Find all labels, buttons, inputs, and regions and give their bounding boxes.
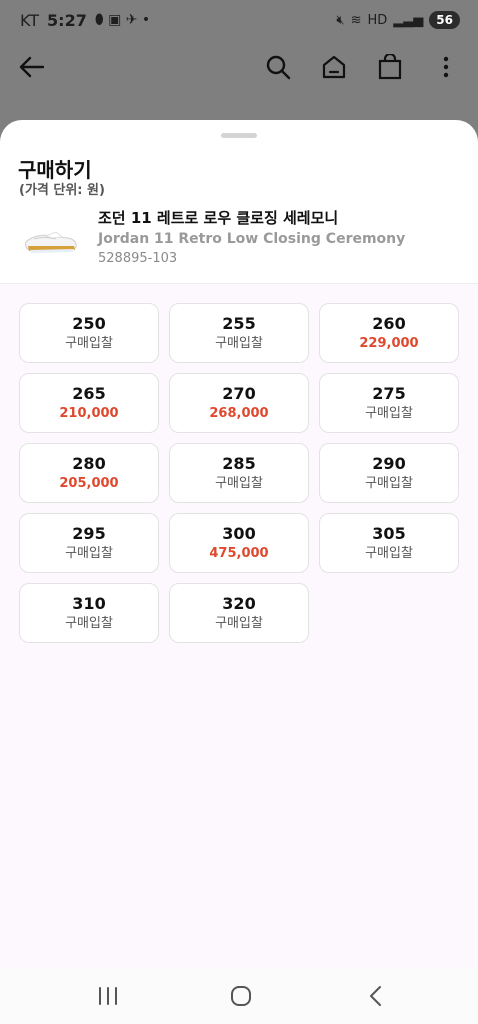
battery-icon: 56 xyxy=(429,11,460,29)
size-price: 205,000 xyxy=(59,475,119,491)
size-label: 250 xyxy=(72,313,106,333)
size-option-button[interactable]: 305 구매입찰 xyxy=(319,513,459,573)
product-sku: 528895-103 xyxy=(98,251,178,266)
size-option-button[interactable]: 260 229,000 xyxy=(319,303,459,363)
status-bar: KT 5:27 ⬮ ▣ ✈ • 🔇︎ ≋ HD ▂▃▅ 56 xyxy=(0,0,478,40)
size-label: 260 xyxy=(372,313,406,333)
app-bar xyxy=(0,44,478,90)
bid-label: 구매입찰 xyxy=(365,405,413,421)
size-option-button[interactable]: 265 210,000 xyxy=(19,373,159,433)
size-option-button[interactable]: 300 475,000 xyxy=(169,513,309,573)
bid-label: 구매입찰 xyxy=(365,545,413,561)
size-label: 270 xyxy=(222,383,256,403)
size-label: 320 xyxy=(222,593,256,613)
price-unit-note: (가격 단위: 원) xyxy=(19,183,105,198)
size-label: 305 xyxy=(372,523,406,543)
size-option-button[interactable]: 285 구매입찰 xyxy=(169,443,309,503)
bid-label: 구매입찰 xyxy=(65,615,113,631)
product-image xyxy=(22,216,80,258)
status-right: 🔇︎ ≋ HD ▂▃▅ 56 xyxy=(336,11,460,29)
size-label: 295 xyxy=(72,523,106,543)
shopping-bag-icon[interactable] xyxy=(372,44,408,90)
carrier-label: KT xyxy=(20,10,40,30)
hd-icon: HD xyxy=(367,12,388,28)
bid-label: 구매입찰 xyxy=(365,475,413,491)
bid-label: 구매입찰 xyxy=(65,335,113,351)
size-options-area: 250 구매입찰 255 구매입찰 260 229,000 265 210,000 270 268… xyxy=(0,284,478,968)
recent-apps-icon[interactable] xyxy=(78,968,138,1024)
size-grid: 250 구매입찰 255 구매입찰 260 229,000 265 210,000 270 268… xyxy=(19,303,459,643)
more-vertical-icon[interactable] xyxy=(428,44,464,90)
size-option-button[interactable]: 255 구매입찰 xyxy=(169,303,309,363)
signal-icon: ▂▃▅ xyxy=(393,12,424,28)
wifi-icon: ≋ xyxy=(350,12,362,28)
notification-icons: ⬮ ▣ ✈ • xyxy=(94,12,151,28)
bid-label: 구매입찰 xyxy=(215,615,263,631)
sheet-drag-handle[interactable] xyxy=(221,133,257,138)
size-label: 275 xyxy=(372,383,406,403)
nav-back-icon[interactable] xyxy=(346,968,406,1024)
size-option-button[interactable]: 290 구매입찰 xyxy=(319,443,459,503)
home-icon[interactable] xyxy=(316,44,352,90)
size-price: 229,000 xyxy=(359,335,419,351)
size-option-button[interactable]: 310 구매입찰 xyxy=(19,583,159,643)
bid-label: 구매입찰 xyxy=(215,475,263,491)
product-summary: 조던 11 레트로 로우 클로징 세레모니 Jordan 11 Retro Lo… xyxy=(0,204,478,284)
size-label: 310 xyxy=(72,593,106,613)
clock: 5:27 xyxy=(47,10,87,30)
size-price: 268,000 xyxy=(209,405,269,421)
size-option-button[interactable]: 270 268,000 xyxy=(169,373,309,433)
search-icon[interactable] xyxy=(260,44,296,90)
bid-label: 구매입찰 xyxy=(65,545,113,561)
home-button-icon[interactable] xyxy=(211,968,271,1024)
product-name-english: Jordan 11 Retro Low Closing Ceremony xyxy=(98,231,406,247)
size-label: 285 xyxy=(222,453,256,473)
size-option-button[interactable]: 250 구매입찰 xyxy=(19,303,159,363)
product-name-korean: 조던 11 레트로 로우 클로징 세레모니 xyxy=(98,209,339,227)
size-option-button[interactable]: 320 구매입찰 xyxy=(169,583,309,643)
purchase-bottom-sheet: 구매하기 (가격 단위: 원) 조던 11 레트로 로우 클로징 세레모니 Jo… xyxy=(0,120,478,968)
status-left: KT 5:27 ⬮ ▣ ✈ • xyxy=(20,11,150,30)
size-price: 210,000 xyxy=(59,405,119,421)
size-option-button[interactable]: 295 구매입찰 xyxy=(19,513,159,573)
size-label: 265 xyxy=(72,383,106,403)
size-label: 280 xyxy=(72,453,106,473)
back-arrow-icon[interactable] xyxy=(14,44,50,90)
size-option-button[interactable]: 280 205,000 xyxy=(19,443,159,503)
system-nav-bar xyxy=(0,968,478,1024)
size-label: 300 xyxy=(222,523,256,543)
mute-icon: 🔇︎ xyxy=(336,12,345,28)
size-label: 290 xyxy=(372,453,406,473)
size-option-button[interactable]: 275 구매입찰 xyxy=(319,373,459,433)
bid-label: 구매입찰 xyxy=(215,335,263,351)
size-price: 475,000 xyxy=(209,545,269,561)
size-label: 255 xyxy=(222,313,256,333)
